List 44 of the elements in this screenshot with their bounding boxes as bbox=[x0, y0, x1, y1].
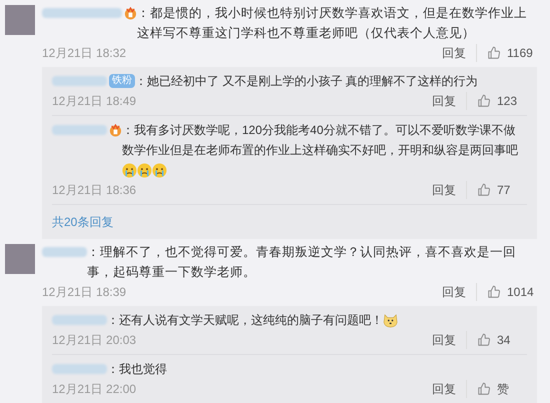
thumbs-up-icon bbox=[487, 285, 501, 299]
avatar-placeholder[interactable] bbox=[5, 244, 35, 274]
comment-text: ：理解不了，也不觉得可爱。青春期叛逆文学？认同热评，喜不喜欢是一回事，起码尊重一下数学老师。 bbox=[87, 245, 516, 279]
timestamp: 12月21日 22:00 bbox=[52, 381, 136, 398]
reply-link[interactable]: 回复 bbox=[432, 331, 467, 349]
reply-text: ：还有人说有文学天赋呢，这纯纯的脑子有问题吧！ bbox=[107, 313, 383, 327]
like-count: 1014 bbox=[507, 284, 534, 301]
thumbs-up-icon bbox=[477, 183, 491, 197]
like-count: 77 bbox=[497, 182, 510, 199]
blurred-username[interactable] bbox=[52, 315, 107, 325]
reply-link[interactable]: 回复 bbox=[442, 44, 477, 62]
blurred-username[interactable] bbox=[42, 247, 87, 257]
blurred-username[interactable] bbox=[52, 364, 107, 374]
reply-link[interactable]: 回复 bbox=[432, 181, 467, 199]
reply-link[interactable]: 回复 bbox=[432, 92, 467, 110]
blurred-username[interactable] bbox=[52, 125, 107, 135]
thumbs-up-icon bbox=[477, 333, 491, 347]
blurred-username[interactable] bbox=[42, 8, 122, 18]
membership-badge-icon bbox=[109, 124, 122, 136]
like-count: 123 bbox=[497, 93, 518, 110]
fan-badge: 铁粉 bbox=[109, 74, 135, 88]
reply-text: ：她已经初中了 又不是刚上学的小孩子 真的理解不了这样的行为 bbox=[135, 74, 478, 88]
blurred-username[interactable] bbox=[52, 76, 107, 86]
crying-face-icon bbox=[122, 163, 137, 178]
timestamp: 12月21日 18:32 bbox=[42, 45, 126, 62]
timestamp: 12月21日 18:36 bbox=[52, 182, 136, 199]
comment-text: ：都是惯的，我小时候也特别讨厌数学喜欢语文，但是在数学作业上这样写不尊重这门学科也不尊重老师吧（仅代表个人意见） bbox=[137, 6, 527, 40]
like-count: 1169 bbox=[507, 45, 533, 62]
membership-badge-icon bbox=[124, 6, 137, 20]
crying-face-icon bbox=[137, 163, 152, 178]
timestamp: 12月21日 18:39 bbox=[42, 284, 126, 301]
like-count: 34 bbox=[497, 332, 510, 349]
like-count: 赞 bbox=[497, 381, 509, 398]
timestamp: 12月21日 18:49 bbox=[52, 93, 136, 110]
avatar-placeholder[interactable] bbox=[5, 5, 35, 35]
reply-link[interactable]: 回复 bbox=[442, 283, 477, 301]
thumbs-up-icon bbox=[477, 382, 491, 396]
reply-text: ：我也觉得 bbox=[107, 362, 167, 376]
crying-face-icon bbox=[152, 163, 167, 178]
thumbs-up-icon bbox=[487, 46, 501, 60]
timestamp: 12月21日 20:03 bbox=[52, 332, 136, 349]
reply-text: ：我有多讨厌数学呢，120分我能考40分就不错了。可以不爱听数学课不做数学作业但是在老师布置的作业上这样确实不好吧，开明和纵容是两回事吧 bbox=[122, 123, 518, 157]
thumbs-up-icon bbox=[477, 94, 491, 108]
reply-link[interactable]: 回复 bbox=[432, 380, 467, 398]
